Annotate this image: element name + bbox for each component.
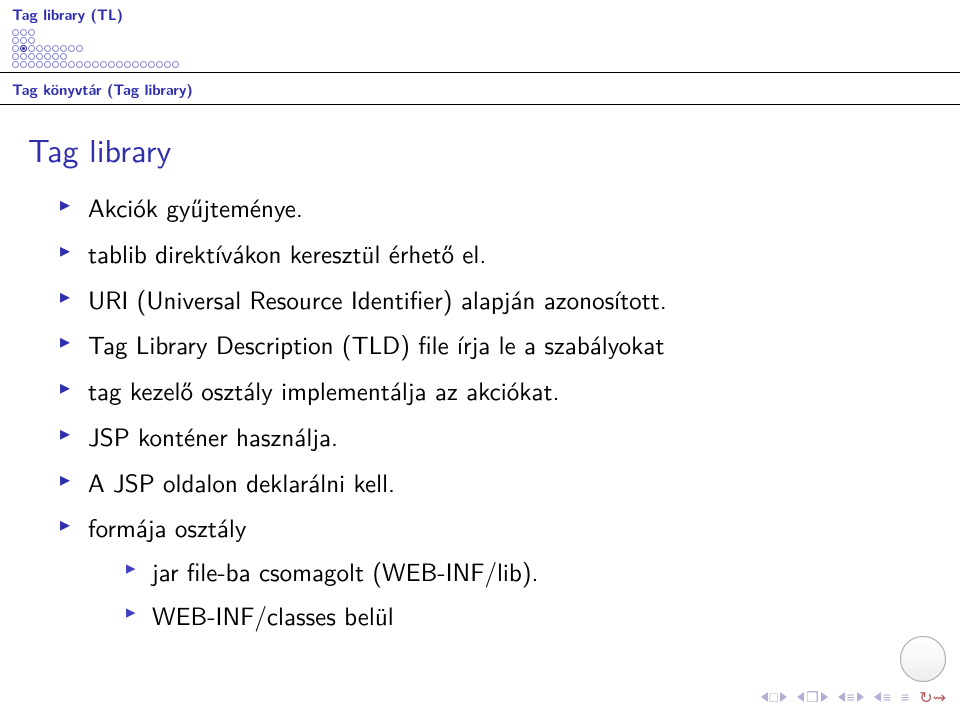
- progress-dot[interactable]: [36, 45, 43, 52]
- nav-frame-back[interactable]: □: [761, 687, 787, 707]
- progress-dot[interactable]: [12, 53, 19, 60]
- progress-dot[interactable]: [28, 37, 35, 44]
- progress-dot[interactable]: [12, 61, 19, 68]
- frame-title: Tag library: [0, 105, 960, 190]
- progress-dot[interactable]: [100, 61, 107, 68]
- progress-dot[interactable]: [60, 53, 67, 60]
- list-item: jar file-ba csomagolt (WEB-INF/lib).: [126, 554, 924, 588]
- progress-dots: [12, 29, 948, 68]
- progress-dot[interactable]: [60, 45, 67, 52]
- progress-dot[interactable]: [52, 61, 59, 68]
- slide-header: Tag library (TL): [0, 0, 960, 68]
- progress-dot[interactable]: [36, 61, 43, 68]
- sub-bullet-list: jar file-ba csomagolt (WEB-INF/lib). WEB…: [88, 554, 924, 632]
- divider-top: [0, 72, 960, 73]
- progress-dot[interactable]: [132, 61, 139, 68]
- progress-dot[interactable]: [124, 61, 131, 68]
- subsection-title: Tag könyvtár (Tag library): [0, 75, 960, 102]
- progress-dot[interactable]: [12, 37, 19, 44]
- list-item: tablib direktívákon keresztül érhető el.: [60, 236, 924, 270]
- progress-dot[interactable]: [20, 37, 27, 44]
- progress-dot[interactable]: [12, 45, 19, 52]
- list-item: WEB-INF/classes belül: [126, 598, 924, 632]
- progress-dot[interactable]: [68, 61, 75, 68]
- progress-dot[interactable]: [116, 61, 123, 68]
- progress-dot[interactable]: [172, 61, 179, 68]
- progress-dot[interactable]: [164, 61, 171, 68]
- institution-logo: [900, 636, 946, 682]
- progress-dot[interactable]: [44, 61, 51, 68]
- progress-dot[interactable]: [52, 45, 59, 52]
- list-item-label: formája osztály: [88, 508, 246, 545]
- list-item: formája osztály jar file-ba csomagolt (W…: [60, 510, 924, 631]
- nav-footer: □ ❐ ≡ ≡ ≡ ↻⇝: [761, 685, 946, 708]
- nav-slide[interactable]: ≡: [838, 687, 864, 707]
- nav-eq-icon[interactable]: ≡: [901, 687, 909, 707]
- list-item: URI (Universal Resource Identifier) alap…: [60, 282, 924, 316]
- list-item: tag kezelő osztály implementálja az akci…: [60, 373, 924, 407]
- progress-dot[interactable]: [156, 61, 163, 68]
- progress-dot[interactable]: [20, 29, 27, 36]
- progress-dot[interactable]: [36, 53, 43, 60]
- progress-dot[interactable]: [84, 61, 91, 68]
- progress-dot[interactable]: [76, 61, 83, 68]
- nav-loop-icon[interactable]: ↻⇝: [919, 685, 946, 708]
- progress-dot[interactable]: [44, 53, 51, 60]
- list-item: Akciók gyűjteménye.: [60, 190, 924, 224]
- nav-subsection[interactable]: ❐: [797, 687, 828, 707]
- progress-dot[interactable]: [108, 61, 115, 68]
- progress-dot[interactable]: [28, 45, 35, 52]
- progress-dot[interactable]: [20, 61, 27, 68]
- progress-dot[interactable]: [52, 53, 59, 60]
- progress-dot[interactable]: [92, 61, 99, 68]
- list-item: JSP konténer használja.: [60, 419, 924, 453]
- progress-dot[interactable]: [60, 61, 67, 68]
- progress-dot[interactable]: [140, 61, 147, 68]
- progress-dot[interactable]: [12, 29, 19, 36]
- progress-dot[interactable]: [28, 61, 35, 68]
- progress-dot[interactable]: [28, 29, 35, 36]
- section-title: Tag library (TL): [12, 4, 948, 25]
- progress-dot[interactable]: [68, 45, 75, 52]
- bullet-list: Akciók gyűjteménye. tablib direktívákon …: [0, 190, 960, 632]
- progress-dot[interactable]: [148, 61, 155, 68]
- nav-slide-2[interactable]: ≡: [874, 687, 891, 707]
- progress-dot[interactable]: [20, 45, 27, 52]
- progress-dot[interactable]: [76, 45, 83, 52]
- progress-dot[interactable]: [28, 53, 35, 60]
- list-item: A JSP oldalon deklarálni kell.: [60, 465, 924, 499]
- list-item: Tag Library Description (TLD) file írja …: [60, 327, 924, 361]
- progress-dot[interactable]: [20, 53, 27, 60]
- progress-dot[interactable]: [44, 45, 51, 52]
